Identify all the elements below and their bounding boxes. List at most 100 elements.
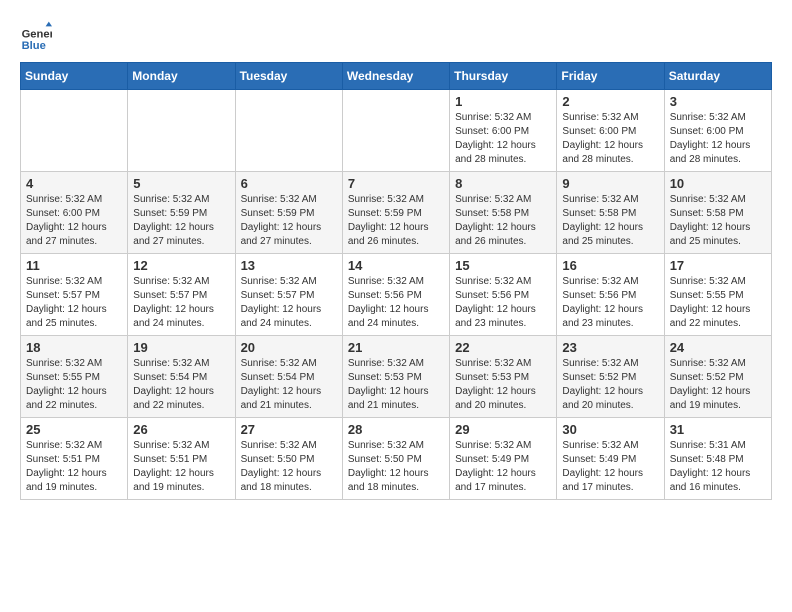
day-info: Sunrise: 5:32 AM Sunset: 5:55 PM Dayligh… xyxy=(670,275,766,331)
calendar-week-row: 11 Sunrise: 5:32 AM Sunset: 5:57 PM Dayli… xyxy=(21,254,772,336)
calendar-cell: 15 Sunrise: 5:32 AM Sunset: 5:56 PM Dayli… xyxy=(450,254,557,336)
day-info: Sunrise: 5:32 AM Sunset: 5:58 PM Dayligh… xyxy=(562,193,658,249)
day-info: Sunrise: 5:32 AM Sunset: 5:59 PM Dayligh… xyxy=(133,193,229,249)
svg-text:General: General xyxy=(22,29,52,41)
day-info: Sunrise: 5:32 AM Sunset: 5:57 PM Dayligh… xyxy=(26,275,122,331)
day-info: Sunrise: 5:32 AM Sunset: 5:57 PM Dayligh… xyxy=(241,275,337,331)
calendar-cell: 29 Sunrise: 5:32 AM Sunset: 5:49 PM Dayli… xyxy=(450,418,557,500)
day-info: Sunrise: 5:32 AM Sunset: 5:52 PM Dayligh… xyxy=(670,357,766,413)
calendar-cell: 13 Sunrise: 5:32 AM Sunset: 5:57 PM Dayli… xyxy=(235,254,342,336)
day-number: 15 xyxy=(455,258,551,273)
calendar-cell: 22Sunrise: 5:32 AM Sunset: 5:53 PM Dayli… xyxy=(450,336,557,418)
calendar-cell: 24 Sunrise: 5:32 AM Sunset: 5:52 PM Dayli… xyxy=(664,336,771,418)
day-info: Sunrise: 5:32 AM Sunset: 5:50 PM Dayligh… xyxy=(241,439,337,495)
day-number: 8 xyxy=(455,176,551,191)
day-number: 4 xyxy=(26,176,122,191)
day-info: Sunrise: 5:32 AM Sunset: 5:54 PM Dayligh… xyxy=(241,357,337,413)
day-number: 30 xyxy=(562,422,658,437)
day-info: Sunrise: 5:32 AM Sunset: 5:51 PM Dayligh… xyxy=(26,439,122,495)
day-number: 23 xyxy=(562,340,658,355)
calendar-week-row: 18 Sunrise: 5:32 AM Sunset: 5:55 PM Dayli… xyxy=(21,336,772,418)
day-number: 27 xyxy=(241,422,337,437)
day-number: 3 xyxy=(670,94,766,109)
calendar-cell: 27 Sunrise: 5:32 AM Sunset: 5:50 PM Dayli… xyxy=(235,418,342,500)
svg-text:Blue: Blue xyxy=(22,40,46,52)
day-info: Sunrise: 5:32 AM Sunset: 5:49 PM Dayligh… xyxy=(455,439,551,495)
day-number: 26 xyxy=(133,422,229,437)
calendar-cell: 31 Sunrise: 5:31 AM Sunset: 5:48 PM Dayli… xyxy=(664,418,771,500)
calendar-week-row: 25 Sunrise: 5:32 AM Sunset: 5:51 PM Dayli… xyxy=(21,418,772,500)
day-number: 21 xyxy=(348,340,444,355)
day-info: Sunrise: 5:32 AM Sunset: 5:58 PM Dayligh… xyxy=(455,193,551,249)
day-info: Sunrise: 5:32 AM Sunset: 5:54 PM Dayligh… xyxy=(133,357,229,413)
day-info: Sunrise: 5:31 AM Sunset: 5:48 PM Dayligh… xyxy=(670,439,766,495)
calendar-header-row: SundayMondayTuesdayWednesdayThursdayFrid… xyxy=(21,63,772,90)
day-number: 1 xyxy=(455,94,551,109)
day-number: 6 xyxy=(241,176,337,191)
day-info: Sunrise: 5:32 AM Sunset: 5:59 PM Dayligh… xyxy=(241,193,337,249)
day-of-week-header: Friday xyxy=(557,63,664,90)
day-info: Sunrise: 5:32 AM Sunset: 6:00 PM Dayligh… xyxy=(26,193,122,249)
day-number: 11 xyxy=(26,258,122,273)
calendar-table: SundayMondayTuesdayWednesdayThursdayFrid… xyxy=(20,62,772,500)
calendar-cell xyxy=(235,90,342,172)
calendar-cell: 23 Sunrise: 5:32 AM Sunset: 5:52 PM Dayli… xyxy=(557,336,664,418)
calendar-cell: 25 Sunrise: 5:32 AM Sunset: 5:51 PM Dayli… xyxy=(21,418,128,500)
calendar-cell: 16 Sunrise: 5:32 AM Sunset: 5:56 PM Dayli… xyxy=(557,254,664,336)
day-info: Sunrise: 5:32 AM Sunset: 5:56 PM Dayligh… xyxy=(562,275,658,331)
day-number: 20 xyxy=(241,340,337,355)
day-info: Sunrise: 5:32 AM Sunset: 5:56 PM Dayligh… xyxy=(455,275,551,331)
calendar-cell: 21Sunrise: 5:32 AM Sunset: 5:53 PM Dayli… xyxy=(342,336,449,418)
day-number: 16 xyxy=(562,258,658,273)
calendar-cell: 12 Sunrise: 5:32 AM Sunset: 5:57 PM Dayli… xyxy=(128,254,235,336)
day-number: 9 xyxy=(562,176,658,191)
day-info: Sunrise: 5:32 AM Sunset: 5:56 PM Dayligh… xyxy=(348,275,444,331)
calendar-cell: 6 Sunrise: 5:32 AM Sunset: 5:59 PM Daylig… xyxy=(235,172,342,254)
day-info: Sunrise: 5:32 AM Sunset: 5:59 PM Dayligh… xyxy=(348,193,444,249)
calendar-cell: 5 Sunrise: 5:32 AM Sunset: 5:59 PM Daylig… xyxy=(128,172,235,254)
calendar-cell: 18 Sunrise: 5:32 AM Sunset: 5:55 PM Dayli… xyxy=(21,336,128,418)
day-number: 7 xyxy=(348,176,444,191)
day-number: 29 xyxy=(455,422,551,437)
calendar-cell: 9 Sunrise: 5:32 AM Sunset: 5:58 PM Daylig… xyxy=(557,172,664,254)
day-number: 25 xyxy=(26,422,122,437)
day-of-week-header: Thursday xyxy=(450,63,557,90)
calendar-cell xyxy=(21,90,128,172)
calendar-cell: 8 Sunrise: 5:32 AM Sunset: 5:58 PM Daylig… xyxy=(450,172,557,254)
day-number: 19 xyxy=(133,340,229,355)
day-number: 22 xyxy=(455,340,551,355)
day-of-week-header: Sunday xyxy=(21,63,128,90)
calendar-cell xyxy=(128,90,235,172)
day-number: 10 xyxy=(670,176,766,191)
logo-icon: General Blue xyxy=(20,20,52,52)
day-of-week-header: Tuesday xyxy=(235,63,342,90)
calendar-cell: 11 Sunrise: 5:32 AM Sunset: 5:57 PM Dayli… xyxy=(21,254,128,336)
day-info: Sunrise: 5:32 AM Sunset: 5:55 PM Dayligh… xyxy=(26,357,122,413)
day-number: 24 xyxy=(670,340,766,355)
logo: General Blue xyxy=(20,20,56,52)
day-of-week-header: Monday xyxy=(128,63,235,90)
day-info: Sunrise: 5:32 AM Sunset: 5:57 PM Dayligh… xyxy=(133,275,229,331)
day-number: 13 xyxy=(241,258,337,273)
calendar-cell: 10Sunrise: 5:32 AM Sunset: 5:58 PM Dayli… xyxy=(664,172,771,254)
day-info: Sunrise: 5:32 AM Sunset: 6:00 PM Dayligh… xyxy=(455,111,551,167)
page-header: General Blue xyxy=(20,20,772,52)
day-info: Sunrise: 5:32 AM Sunset: 5:51 PM Dayligh… xyxy=(133,439,229,495)
day-number: 14 xyxy=(348,258,444,273)
day-info: Sunrise: 5:32 AM Sunset: 5:52 PM Dayligh… xyxy=(562,357,658,413)
day-number: 31 xyxy=(670,422,766,437)
calendar-cell: 14 Sunrise: 5:32 AM Sunset: 5:56 PM Dayli… xyxy=(342,254,449,336)
day-number: 5 xyxy=(133,176,229,191)
calendar-week-row: 1 Sunrise: 5:32 AM Sunset: 6:00 PM Daylig… xyxy=(21,90,772,172)
calendar-cell xyxy=(342,90,449,172)
calendar-cell: 30Sunrise: 5:32 AM Sunset: 5:49 PM Dayli… xyxy=(557,418,664,500)
day-info: Sunrise: 5:32 AM Sunset: 6:00 PM Dayligh… xyxy=(670,111,766,167)
calendar-cell: 28Sunrise: 5:32 AM Sunset: 5:50 PM Dayli… xyxy=(342,418,449,500)
day-number: 12 xyxy=(133,258,229,273)
day-info: Sunrise: 5:32 AM Sunset: 6:00 PM Dayligh… xyxy=(562,111,658,167)
day-number: 2 xyxy=(562,94,658,109)
calendar-cell: 17Sunrise: 5:32 AM Sunset: 5:55 PM Dayli… xyxy=(664,254,771,336)
day-of-week-header: Wednesday xyxy=(342,63,449,90)
day-number: 18 xyxy=(26,340,122,355)
calendar-cell: 7 Sunrise: 5:32 AM Sunset: 5:59 PM Daylig… xyxy=(342,172,449,254)
